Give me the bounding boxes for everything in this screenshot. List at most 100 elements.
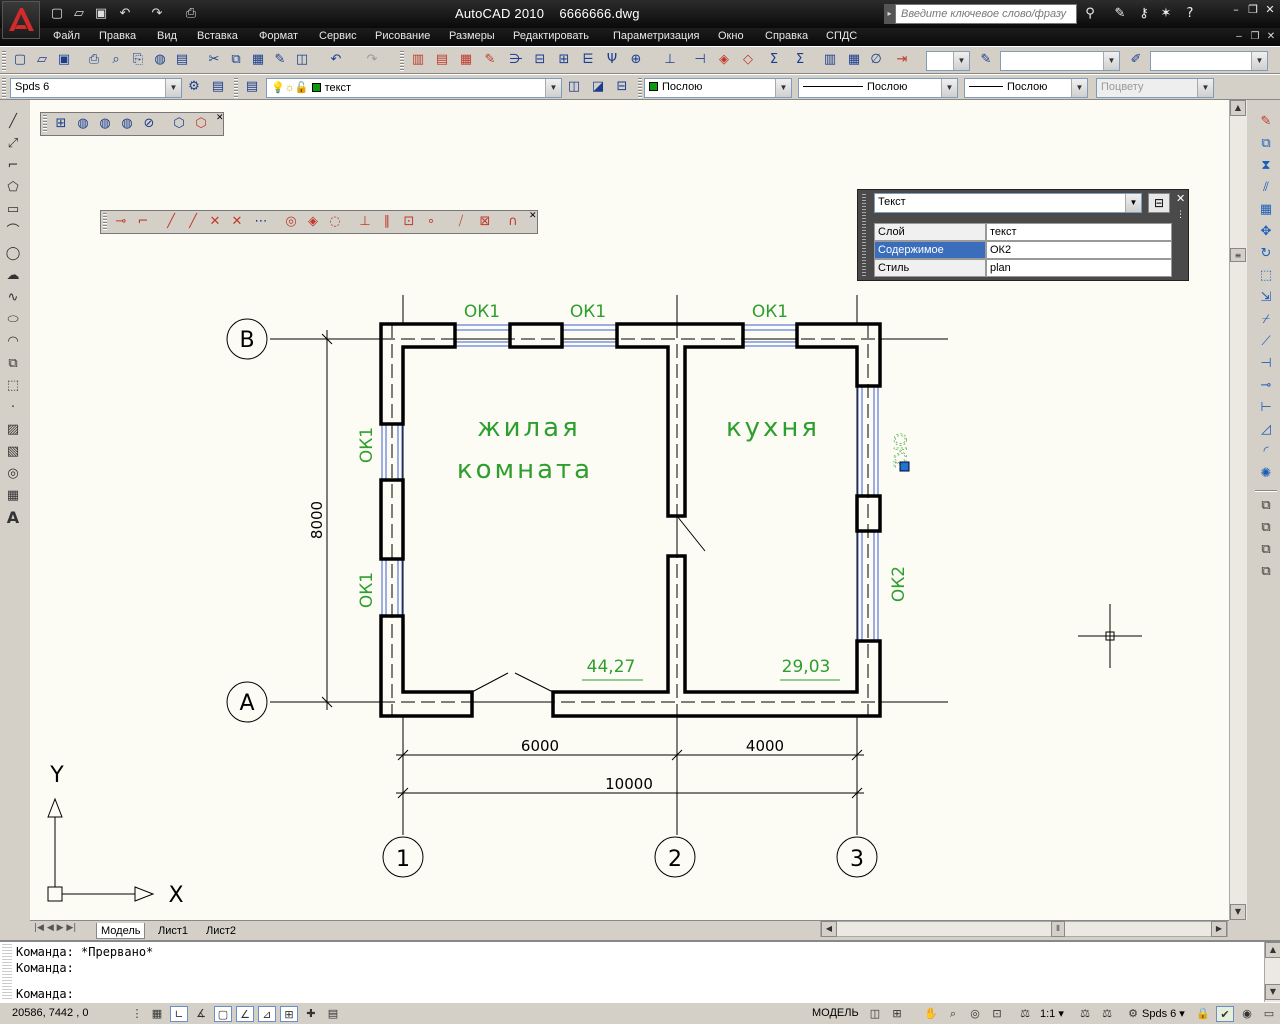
make-block-icon[interactable]: ⬚ [3,376,23,396]
style-manager-icon[interactable]: ⚙ [184,77,204,97]
spline-icon[interactable]: ∿ [3,288,23,308]
ellipse-arc-icon[interactable]: ◠ [3,332,23,352]
osnap-node-icon[interactable]: ∘ [421,212,441,232]
toolbar-grip[interactable] [103,213,107,231]
restore-icon[interactable]: ❐ [1245,3,1261,17]
command-grip[interactable] [2,944,12,1000]
lineweight-toggle-icon[interactable]: ✚ [302,1006,320,1022]
coordinates-readout[interactable]: 20586, 7442 , 0 [12,1007,88,1019]
annotation-scale-value[interactable]: 1:1 ▾ [1040,1007,1064,1020]
object-type-combo[interactable]: Текст ▼ [874,193,1142,213]
spds-tool-7-icon[interactable]: ⊞ [554,50,574,70]
spds-tool-8-icon[interactable]: ⋿ [578,50,598,70]
join-icon[interactable]: ⊢ [1256,398,1276,418]
osnap-tangent-icon[interactable]: ◌ [325,212,345,232]
vertical-scrollbar[interactable]: ▲ ≡ ▼ [1229,100,1247,920]
rectangle-icon[interactable]: ▭ [3,200,23,220]
toolbar-grip[interactable] [400,51,404,71]
osnap-extension-icon[interactable]: ⋯ [251,212,271,232]
panel-options-icon[interactable]: ⋮ [1176,210,1185,220]
linetype-combo[interactable]: Послою ▼ [798,78,958,98]
layer-states-icon[interactable]: ⊟ [612,77,632,97]
osnap-insert-icon[interactable]: ⊡ [399,212,419,232]
menu-parametric[interactable]: Параметризация [613,30,699,42]
osnap-none-icon[interactable]: ⊠ [475,212,495,232]
menu-help[interactable]: Справка [765,30,808,42]
paste-icon[interactable]: ▦ [248,50,268,70]
menu-tools[interactable]: Сервис [319,30,357,42]
menu-format[interactable]: Формат [259,30,298,42]
osnap-parallel-icon[interactable]: ∥ [377,212,397,232]
dynamic-input-icon[interactable]: ⊞ [280,1006,298,1022]
sphere-remove-icon[interactable]: ◍ [117,114,137,134]
text-style-combo[interactable]: ▼ [1000,51,1120,71]
exit-icon[interactable]: ⇥ [892,50,912,70]
annotation-style-combo[interactable]: Spds 6 ▼ [10,78,182,98]
osnap-settings-icon[interactable]: ∩ [503,212,523,232]
prop-value[interactable]: текст [986,223,1172,241]
cut-icon[interactable]: ✂ [204,50,224,70]
spds-tool-9-icon[interactable]: Ψ [602,50,622,70]
zoom-icon[interactable]: ⌕ [944,1006,962,1022]
explode-icon[interactable]: ✺ [1256,464,1276,484]
showmotion-icon[interactable]: ⊡ [988,1006,1006,1022]
quick-select-icon[interactable]: ⊟ [1148,193,1170,213]
undo-icon[interactable]: ↶ [116,5,134,23]
toolbar-close-icon[interactable]: ✕ [216,113,224,123]
command-prompt[interactable]: Команда: [16,987,74,1001]
publish-icon[interactable]: ⎘ [128,50,148,70]
plot-icon[interactable]: ⎙ [84,50,104,70]
stretch-icon[interactable]: ⇲ [1256,288,1276,308]
new-file-icon[interactable]: ▢ [48,5,66,23]
menu-modify[interactable]: Редактировать [513,30,589,42]
application-menu-button[interactable] [2,1,40,39]
doc-close-icon[interactable]: ✕ [1264,30,1278,44]
hatch-icon[interactable]: ▨ [3,420,23,440]
array-icon[interactable]: ▦ [1256,200,1276,220]
workspace-switch[interactable]: Spds 6 ▾ [1142,1007,1185,1020]
clean-screen-icon[interactable]: ▭ [1260,1006,1278,1022]
mtext-icon[interactable]: A [3,508,23,528]
spds-combo-1[interactable]: ▼ [926,51,970,71]
3d-dwf-icon[interactable]: ◍ [150,50,170,70]
annotation-visibility-icon[interactable]: ⚖ [1076,1006,1094,1022]
toolbar-grip[interactable] [638,78,642,98]
menu-insert[interactable]: Вставка [197,30,238,42]
quick-view-layouts-icon[interactable]: ◫ [866,1006,884,1022]
region-icon[interactable]: ◎ [3,464,23,484]
toolbar-close-icon[interactable]: ✕ [529,211,537,221]
copy-object-icon[interactable]: ⧉ [1256,134,1276,154]
scroll-up-icon[interactable]: ▲ [1230,100,1246,116]
polar-tracking-icon[interactable]: ∡ [192,1006,210,1022]
annotation-scale-icon[interactable]: ⚖ [1016,1006,1034,1022]
spds-tool-10-icon[interactable]: ⊕ [626,50,646,70]
hardware-acceleration-icon[interactable]: ✔ [1216,1006,1234,1022]
tab-layout2[interactable]: Лист2 [202,923,240,939]
mirror-icon[interactable]: ⧗ [1256,156,1276,176]
sum2-icon[interactable]: Σ [790,50,810,70]
scroll-right-icon[interactable]: ▶ [1211,921,1227,937]
break-at-point-icon[interactable]: ⊣ [1256,354,1276,374]
color-combo[interactable]: Послою ▼ [644,78,792,98]
sphere-add-icon[interactable]: ◍ [95,114,115,134]
minimize-icon[interactable]: – [1228,3,1244,17]
osnap-endpoint-icon[interactable]: ╱ [161,212,181,232]
search-expand-icon[interactable]: ▸ [884,4,895,24]
favorites-icon[interactable]: ✶ [1156,5,1176,23]
ellipse-icon[interactable]: ⬭ [3,310,23,330]
dim-style-combo[interactable]: ▼ [1150,51,1268,71]
menu-view[interactable]: Вид [157,30,177,42]
prop-row-style[interactable]: Стиль plan [874,259,1172,277]
insert-block-icon[interactable]: ⧉ [3,354,23,374]
open-file-icon[interactable]: ▱ [70,5,88,23]
auto-scale-icon[interactable]: ⚖ [1098,1006,1116,1022]
quick-view-drawings-icon[interactable]: ⊞ [888,1006,906,1022]
make-current-layer-icon[interactable]: ◫ [564,77,584,97]
chamfer-icon[interactable]: ◿ [1256,420,1276,440]
scroll-down-icon[interactable]: ▼ [1230,904,1246,920]
qnew-icon[interactable]: ▢ [10,50,30,70]
spds-tool-2-icon[interactable]: ▤ [432,50,452,70]
copy-icon[interactable]: ⧉ [226,50,246,70]
spds-tool-3-icon[interactable]: ▦ [456,50,476,70]
sum-icon[interactable]: Σ [764,50,784,70]
